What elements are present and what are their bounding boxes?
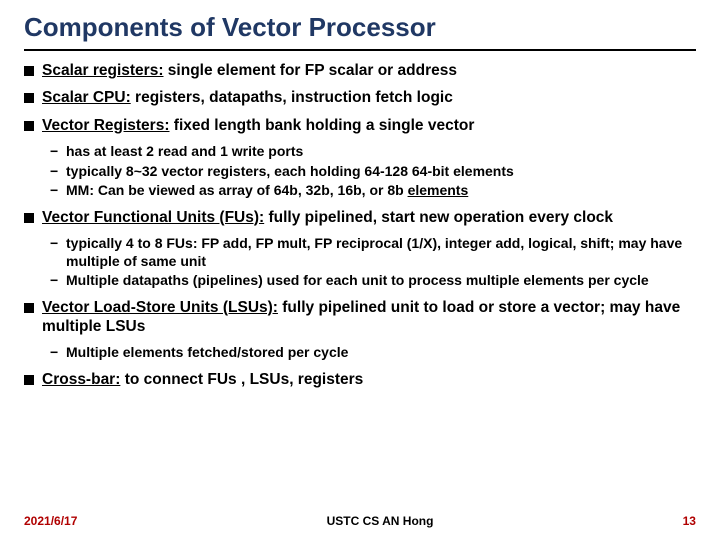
bullet-label: Cross-bar: [42,371,120,388]
sub-bullet-text: typically 8~32 vector registers, each ho… [66,163,696,181]
sub-bullet-item: −typically 8~32 vector registers, each h… [50,163,696,181]
dash-bullet-icon: − [50,344,64,362]
sub-bullet-text: has at least 2 read and 1 write ports [66,143,696,161]
sub-bullet-list: −Multiple elements fetched/stored per cy… [50,344,696,362]
bullet-item: Vector Load-Store Units (LSUs): fully pi… [24,298,696,337]
footer-date: 2021/6/17 [24,514,77,528]
sub-bullet-text: typically 4 to 8 FUs: FP add, FP mult, F… [66,235,696,270]
bullet-label: Scalar CPU: [42,89,131,106]
sub-bullet-item: −MM: Can be viewed as array of 64b, 32b,… [50,182,696,200]
bullet-rest: registers, datapaths, instruction fetch … [131,89,453,106]
bullet-text: Vector Registers: fixed length bank hold… [42,116,696,135]
square-bullet-icon [24,66,34,76]
bullet-item: Vector Registers: fixed length bank hold… [24,116,696,135]
sub-bullet-item: −typically 4 to 8 FUs: FP add, FP mult, … [50,235,696,270]
bullet-rest: single element for FP scalar or address [164,62,457,79]
square-bullet-icon [24,303,34,313]
title-divider [24,49,696,51]
sub-bullet-text: Multiple datapaths (pipelines) used for … [66,272,696,290]
sub-bullet-item: −has at least 2 read and 1 write ports [50,143,696,161]
dash-bullet-icon: − [50,182,64,200]
footer-page-number: 13 [683,514,696,528]
bullet-item: Cross-bar: to connect FUs , LSUs, regist… [24,370,696,389]
sub-bullet-item: −Multiple elements fetched/stored per cy… [50,344,696,362]
sub-bullet-text: Multiple elements fetched/stored per cyc… [66,344,696,362]
bullet-text: Cross-bar: to connect FUs , LSUs, regist… [42,370,696,389]
footer-center: USTC CS AN Hong [327,514,434,528]
bullet-rest: fixed length bank holding a single vecto… [170,117,475,134]
slide-content: Scalar registers: single element for FP … [24,61,696,389]
bullet-text: Scalar registers: single element for FP … [42,61,696,80]
slide-title: Components of Vector Processor [24,12,696,43]
square-bullet-icon [24,213,34,223]
dash-bullet-icon: − [50,163,64,181]
bullet-label: Scalar registers: [42,62,164,79]
slide-footer: 2021/6/17 USTC CS AN Hong 13 [24,514,696,528]
bullet-item: Scalar registers: single element for FP … [24,61,696,80]
bullet-item: Vector Functional Units (FUs): fully pip… [24,208,696,227]
sub-bullet-text: MM: Can be viewed as array of 64b, 32b, … [66,182,696,200]
dash-bullet-icon: − [50,272,64,290]
square-bullet-icon [24,121,34,131]
sub-bullet-list: −has at least 2 read and 1 write ports−t… [50,143,696,200]
bullet-item: Scalar CPU: registers, datapaths, instru… [24,88,696,107]
dash-bullet-icon: − [50,235,64,253]
bullet-text: Vector Functional Units (FUs): fully pip… [42,208,696,227]
dash-bullet-icon: − [50,143,64,161]
sub-bullet-list: −typically 4 to 8 FUs: FP add, FP mult, … [50,235,696,290]
square-bullet-icon [24,93,34,103]
bullet-rest: fully pipelined, start new operation eve… [264,209,613,226]
bullet-label: Vector Registers: [42,117,170,134]
bullet-text: Vector Load-Store Units (LSUs): fully pi… [42,298,696,337]
square-bullet-icon [24,375,34,385]
bullet-rest: to connect FUs , LSUs, registers [120,371,363,388]
bullet-label: Vector Functional Units (FUs): [42,209,264,226]
bullet-text: Scalar CPU: registers, datapaths, instru… [42,88,696,107]
sub-bullet-item: −Multiple datapaths (pipelines) used for… [50,272,696,290]
bullet-label: Vector Load-Store Units (LSUs): [42,299,278,316]
